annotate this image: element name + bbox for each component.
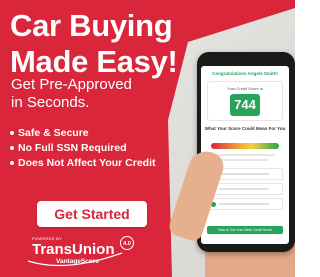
benefit-item: No Full SSN Required — [10, 142, 158, 155]
text-line — [221, 159, 269, 161]
brand-sub: VantageScore — [56, 258, 99, 265]
headline-line-2: Made Easy! — [10, 44, 178, 79]
transunion-logo: POWERED BY TransUnion VantageScore 4.0 — [26, 236, 136, 272]
text-line — [215, 154, 275, 156]
score-card: Your Credit Score is 744 — [207, 81, 283, 121]
screen-row — [207, 183, 283, 195]
get-started-button[interactable]: Get Started — [37, 201, 147, 227]
vantagescore-badge: 4.0 — [120, 236, 134, 250]
subheadline-line-2: in Seconds. — [11, 94, 90, 111]
screen-button: How to Get Your Best Credit Score — [207, 226, 283, 234]
headline-line-1: Car Buying — [10, 8, 173, 43]
bullet-dot-icon — [10, 131, 14, 135]
score-label: Your Credit Score is — [227, 86, 263, 91]
benefit-item: Does Not Affect Your Credit — [10, 157, 158, 170]
ad-banner[interactable]: Congratulations Angela Smith! Your Credi… — [0, 0, 295, 277]
bullet-dot-icon — [10, 161, 14, 165]
score-meaning-heading: What Your Score Could Mean For You — [204, 126, 286, 131]
subheadline-line-1: Get Pre-Approved — [11, 76, 132, 93]
bullet-dot-icon — [10, 146, 14, 150]
score-gauge — [211, 143, 279, 149]
benefit-list: Safe & Secure No Full SSN Required Does … — [10, 127, 158, 172]
credit-score: 744 — [230, 94, 260, 116]
subheadline: Get Pre-Approved in Seconds. — [11, 76, 132, 112]
headline: Car Buying Made Easy! — [10, 8, 178, 80]
brand-name: TransUnion — [32, 241, 115, 258]
benefit-item: Safe & Secure — [10, 127, 158, 140]
screen-row — [207, 198, 283, 210]
screen-title: Congratulations Angela Smith! — [212, 71, 278, 76]
